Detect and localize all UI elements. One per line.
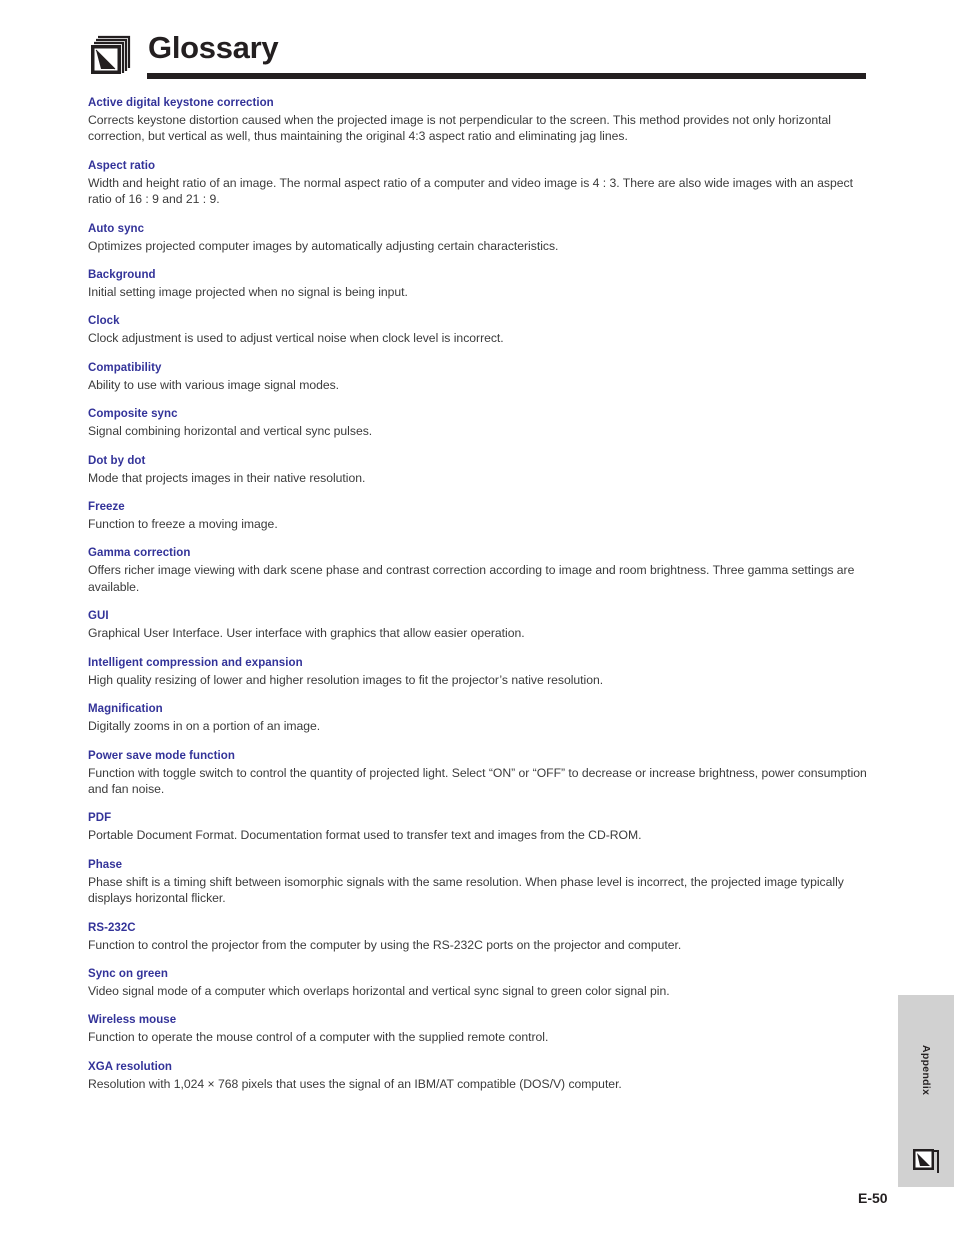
glossary-entry: Power save mode function Function with t… bbox=[88, 749, 878, 798]
glossary-term: Aspect ratio bbox=[88, 159, 156, 172]
glossary-definition: Ability to use with various image signal… bbox=[88, 377, 340, 392]
glossary-definition: Portable Document Format. Documentation … bbox=[88, 828, 642, 843]
glossary-entry: Active digital keystone correction Corre… bbox=[88, 96, 878, 145]
glossary-entry: Gamma correction Offers richer image vie… bbox=[88, 546, 878, 595]
glossary-definition: Width and height ratio of an image. The … bbox=[88, 175, 853, 207]
glossary-entry: Aspect ratio Width and height ratio of a… bbox=[88, 159, 878, 208]
glossary-definition: High quality resizing of lower and highe… bbox=[88, 672, 604, 687]
glossary-entry: RS-232C Function to control the projecto… bbox=[88, 921, 878, 953]
glossary-definition: Graphical User Interface. User interface… bbox=[88, 626, 525, 641]
glossary-entry: Composite sync Signal combining horizont… bbox=[88, 407, 878, 439]
glossary-definition: Clock adjustment is used to adjust verti… bbox=[88, 331, 504, 346]
glossary-definition: Function to freeze a moving image. bbox=[88, 517, 278, 532]
glossary-entry: Sync on green Video signal mode of a com… bbox=[88, 967, 878, 999]
glossary-definition: Function to control the projector from t… bbox=[88, 937, 682, 952]
glossary-entry: Compatibility Ability to use with variou… bbox=[88, 361, 878, 393]
glossary-definition: Function to operate the mouse control of… bbox=[88, 1030, 549, 1045]
glossary-term: Magnification bbox=[88, 703, 163, 716]
glossary-term: RS-232C bbox=[88, 921, 136, 934]
page-corner-cursor-icon bbox=[912, 1147, 941, 1176]
glossary-term: Gamma correction bbox=[88, 547, 191, 560]
glossary-entry: Clock Clock adjustment is used to adjust… bbox=[88, 314, 878, 346]
glossary-term: Compatibility bbox=[88, 361, 162, 374]
glossary-term: Background bbox=[88, 269, 156, 282]
glossary-term: GUI bbox=[88, 610, 109, 623]
appendix-side-tab: Appendix bbox=[898, 995, 954, 1187]
title-underline-rule bbox=[147, 73, 866, 79]
glossary-term: Dot by dot bbox=[88, 454, 146, 467]
glossary-term: PDF bbox=[88, 812, 112, 825]
pages-stack-cursor-icon bbox=[88, 31, 134, 77]
glossary-definition: Mode that projects images in their nativ… bbox=[88, 470, 366, 485]
glossary-definition: Function with toggle switch to control t… bbox=[88, 765, 867, 796]
glossary-definition: Phase shift is a timing shift between is… bbox=[88, 874, 844, 906]
glossary-term: Wireless mouse bbox=[88, 1014, 177, 1027]
glossary-term: Power save mode function bbox=[88, 749, 235, 762]
glossary-term: Auto sync bbox=[88, 222, 145, 235]
glossary-entry: GUI Graphical User Interface. User inter… bbox=[88, 609, 878, 641]
glossary-list: Active digital keystone correction Corre… bbox=[88, 96, 878, 1092]
glossary-term: Clock bbox=[88, 315, 120, 328]
glossary-definition: Initial setting image projected when no … bbox=[88, 285, 408, 300]
glossary-term: Intelligent compression and expansion bbox=[88, 656, 303, 669]
glossary-entry: Freeze Function to freeze a moving image… bbox=[88, 500, 878, 532]
page-title: Glossary bbox=[148, 30, 279, 65]
glossary-entry: Intelligent compression and expansion Hi… bbox=[88, 656, 878, 688]
glossary-definition: Digitally zooms in on a portion of an im… bbox=[88, 719, 321, 734]
glossary-definition: Resolution with 1,024 × 768 pixels that … bbox=[88, 1076, 622, 1091]
side-tab-label: Appendix bbox=[920, 1044, 932, 1096]
glossary-entry: Wireless mouse Function to operate the m… bbox=[88, 1013, 878, 1045]
glossary-definition: Corrects keystone distortion caused when… bbox=[88, 113, 831, 144]
glossary-entry: XGA resolution Resolution with 1,024 × 7… bbox=[88, 1060, 878, 1092]
glossary-term: Composite sync bbox=[88, 408, 178, 421]
glossary-entry: Background Initial setting image project… bbox=[88, 268, 878, 300]
glossary-definition: Offers richer image viewing with dark sc… bbox=[88, 563, 855, 594]
glossary-term: Phase bbox=[88, 858, 123, 871]
glossary-definition: Optimizes projected computer images by a… bbox=[88, 238, 559, 253]
glossary-term: Sync on green bbox=[88, 967, 168, 980]
glossary-term: Freeze bbox=[88, 501, 125, 514]
glossary-definition: Signal combining horizontal and vertical… bbox=[88, 424, 373, 439]
glossary-term: Active digital keystone correction bbox=[88, 97, 274, 109]
glossary-term: XGA resolution bbox=[88, 1060, 172, 1073]
glossary-entry: PDF Portable Document Format. Documentat… bbox=[88, 811, 878, 843]
page-header: Glossary bbox=[88, 28, 868, 84]
glossary-definition: Video signal mode of a computer which ov… bbox=[88, 983, 670, 998]
glossary-entry: Dot by dot Mode that projects images in … bbox=[88, 454, 878, 486]
glossary-entry: Phase Phase shift is a timing shift betw… bbox=[88, 858, 878, 907]
glossary-entry: Auto sync Optimizes projected computer i… bbox=[88, 222, 878, 254]
glossary-entry: Magnification Digitally zooms in on a po… bbox=[88, 702, 878, 734]
page-number: E-50 bbox=[858, 1190, 888, 1206]
